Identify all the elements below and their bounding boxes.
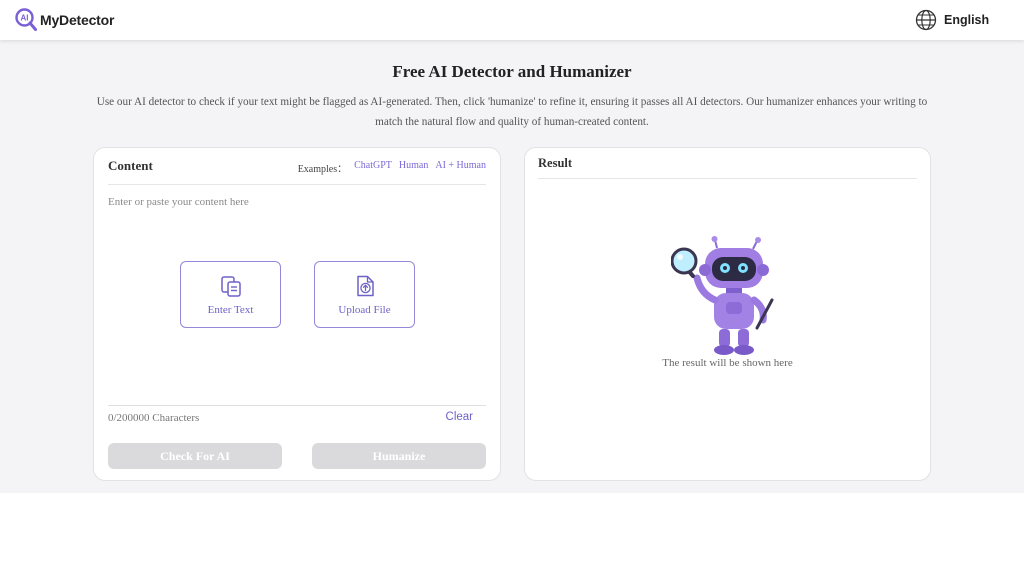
upload-file-label: Upload File [338, 303, 391, 316]
language-label: English [944, 13, 990, 27]
enter-text-button[interactable]: Enter Text [180, 261, 281, 328]
clear-button[interactable]: Clear [446, 411, 473, 423]
result-panel-header: Result [538, 148, 917, 179]
humanize-button[interactable]: Humanize [312, 443, 486, 469]
result-panel: Result The result will be shown here [524, 147, 931, 481]
top-navbar: AI MyDetector English [0, 0, 1024, 40]
upload-file-icon [356, 275, 374, 296]
content-panel-title: Content [108, 158, 153, 173]
example-ai-human-link[interactable]: AI + Human [435, 160, 486, 175]
example-chatgpt-link[interactable]: ChatGPT [354, 160, 392, 175]
clipboard-icon [220, 275, 241, 297]
example-human-link[interactable]: Human [399, 160, 428, 175]
check-for-ai-button[interactable]: Check For AI [108, 443, 282, 469]
globe-icon [915, 9, 937, 31]
content-textarea[interactable]: Enter or paste your content here [108, 196, 249, 208]
content-panel: Content Examples： ChatGPT Human AI + Hum… [93, 147, 501, 481]
content-divider [108, 405, 486, 406]
result-placeholder-text: The result will be shown here [662, 357, 793, 369]
language-selector[interactable]: English [915, 9, 989, 31]
examples-bar: Examples： ChatGPT Human AI + Human [298, 160, 486, 175]
page-title: Free AI Detector and Humanizer [392, 62, 632, 81]
content-panel-header: Content Examples： ChatGPT Human AI + Hum… [108, 148, 486, 185]
ai-magnifier-logo-icon: AI [15, 8, 37, 31]
robot-magnifier-illustration-icon [671, 236, 774, 355]
enter-text-label: Enter Text [207, 303, 254, 316]
page-description: Use our AI detector to check if your tex… [96, 96, 928, 128]
character-count: 0/200000 Characters [108, 412, 200, 424]
upload-file-button[interactable]: Upload File [314, 261, 415, 328]
result-panel-title: Result [538, 156, 573, 170]
brand-name: MyDetector [40, 12, 115, 28]
examples-label: Examples： [297, 164, 348, 175]
brand-logo[interactable]: AI MyDetector [15, 8, 114, 32]
svg-text:AI: AI [21, 14, 29, 23]
